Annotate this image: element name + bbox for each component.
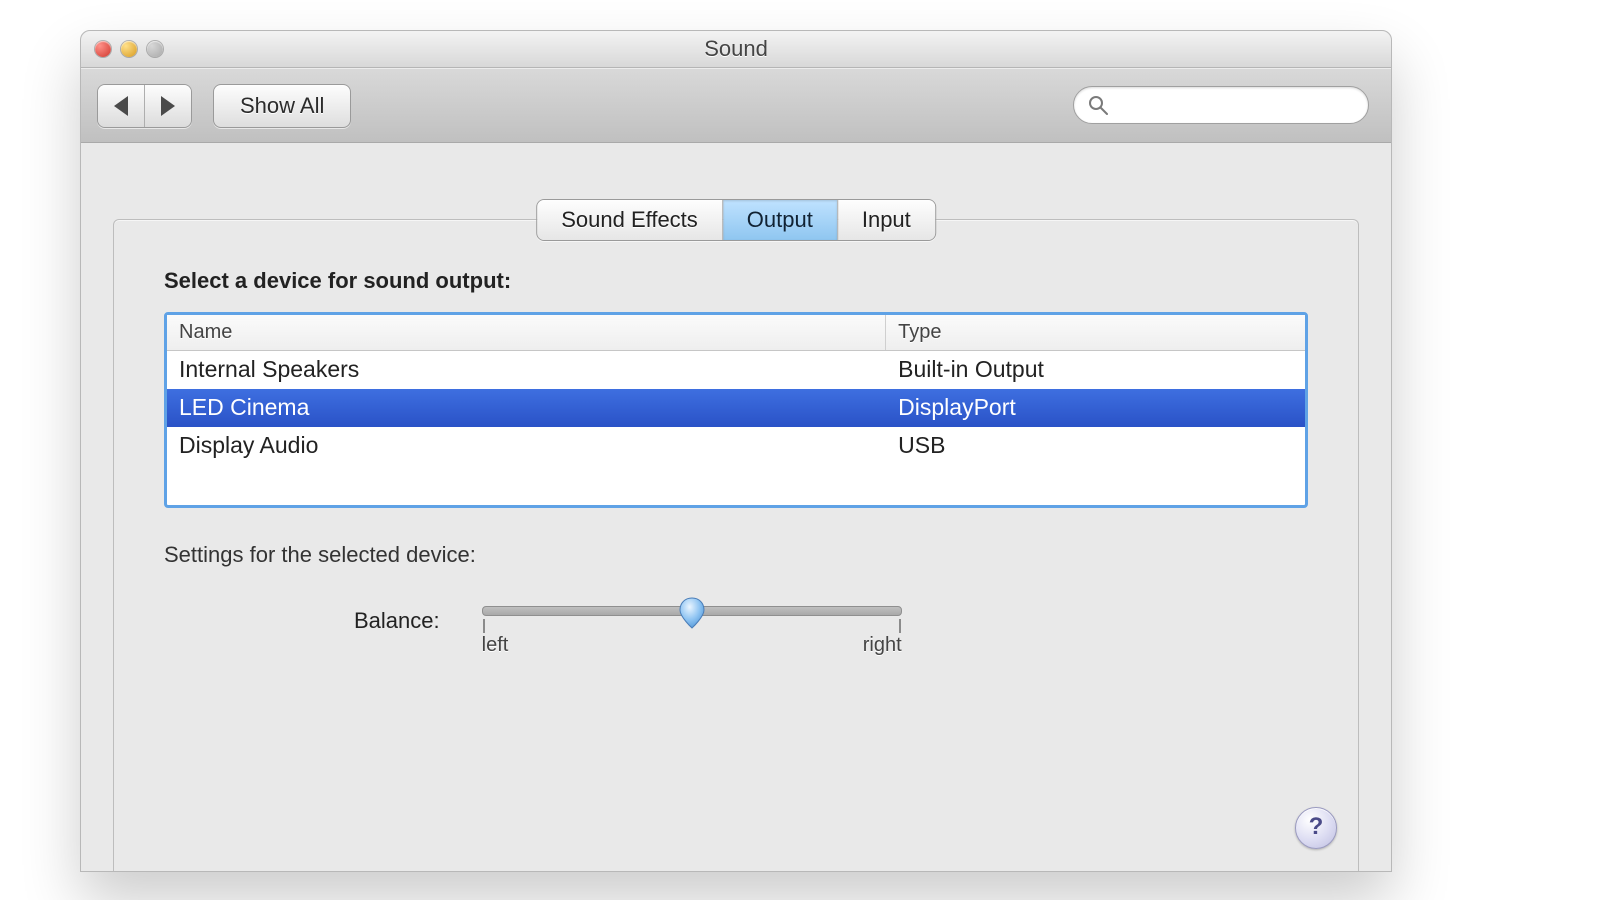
device-name: Internal Speakers xyxy=(167,351,886,389)
help-button[interactable]: ? xyxy=(1295,807,1337,849)
table-row[interactable]: Display Audio USB xyxy=(167,427,1305,465)
balance-label: Balance: xyxy=(354,606,440,634)
table-row[interactable]: Internal Speakers Built-in Output xyxy=(167,351,1305,389)
device-type: Built-in Output xyxy=(886,351,1305,389)
toolbar: Show All xyxy=(81,68,1391,143)
show-all-button[interactable]: Show All xyxy=(213,84,351,128)
nav-buttons xyxy=(97,84,192,128)
balance-control: Balance: xyxy=(164,606,1308,657)
device-name: Display Audio xyxy=(167,427,886,465)
back-button[interactable] xyxy=(98,85,144,127)
device-type: DisplayPort xyxy=(886,389,1305,427)
tab-output[interactable]: Output xyxy=(722,200,837,240)
close-button[interactable] xyxy=(95,41,111,57)
search-field[interactable] xyxy=(1073,86,1369,124)
window-controls xyxy=(95,41,163,57)
forward-button[interactable] xyxy=(144,85,191,127)
slider-tick-left xyxy=(483,619,485,633)
balance-slider[interactable]: left right xyxy=(482,606,902,657)
tab-segmented-control: Sound Effects Output Input xyxy=(536,199,936,241)
slider-caption-left: left xyxy=(482,634,509,657)
table-header: Name Type xyxy=(167,315,1305,351)
output-panel: Select a device for sound output: Name T… xyxy=(113,219,1359,872)
slider-tick-right xyxy=(899,619,901,633)
slider-thumb[interactable] xyxy=(679,597,705,629)
device-name: LED Cinema xyxy=(167,389,886,427)
slider-captions: left right xyxy=(482,634,902,657)
device-type: USB xyxy=(886,427,1305,465)
table-row[interactable]: LED Cinema DisplayPort xyxy=(167,389,1305,427)
table-padding xyxy=(167,465,1305,505)
column-header-name[interactable]: Name xyxy=(167,315,886,350)
tab-input[interactable]: Input xyxy=(837,200,935,240)
chevron-left-icon xyxy=(114,96,128,116)
chevron-right-icon xyxy=(161,96,175,116)
output-device-table: Name Type Internal Speakers Built-in Out… xyxy=(164,312,1308,508)
minimize-button[interactable] xyxy=(121,41,137,57)
window-title: Sound xyxy=(81,31,1391,67)
titlebar: Sound xyxy=(81,31,1391,68)
content-area: Sound Effects Output Input Select a devi… xyxy=(81,143,1391,872)
column-header-type[interactable]: Type xyxy=(886,315,1305,350)
slider-caption-right: right xyxy=(863,634,902,657)
select-device-label: Select a device for sound output: xyxy=(164,268,1308,294)
settings-label: Settings for the selected device: xyxy=(164,542,1308,568)
slider-track xyxy=(482,606,902,616)
sound-preferences-window: Sound Show All Sound xyxy=(80,30,1392,872)
tab-sound-effects[interactable]: Sound Effects xyxy=(537,200,722,240)
zoom-button[interactable] xyxy=(147,41,163,57)
search-icon xyxy=(1088,95,1108,115)
